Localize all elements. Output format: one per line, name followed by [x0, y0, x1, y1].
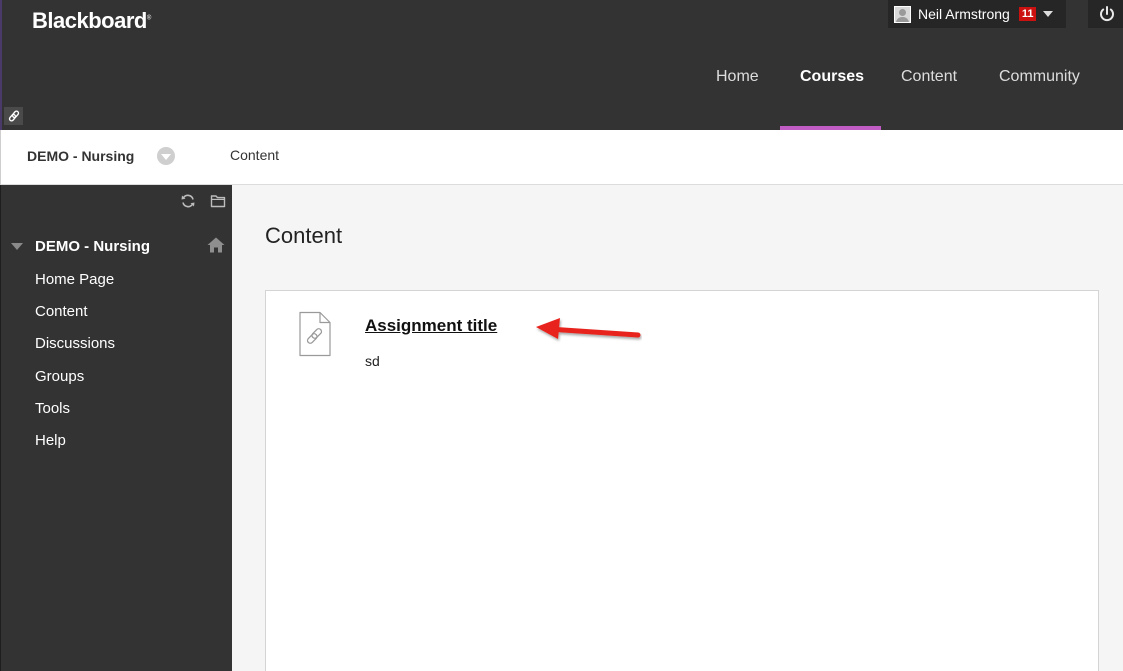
sidebar-item-content[interactable]: Content — [35, 302, 115, 334]
sidebar-item-groups[interactable]: Groups — [35, 367, 115, 399]
assignment-title-link[interactable]: Assignment title — [365, 316, 497, 336]
folder-icon[interactable] — [210, 193, 226, 209]
breadcrumb: DEMO - Nursing Content — [0, 130, 1123, 185]
course-menu-list: Home Page Content Discussions Groups Too… — [35, 270, 115, 463]
sidebar-item-home-page[interactable]: Home Page — [35, 270, 115, 302]
annotation-arrow — [536, 318, 641, 339]
course-menu-dropdown-button[interactable] — [157, 147, 175, 165]
linked-file-icon — [299, 311, 331, 357]
sidebar-item-help[interactable]: Help — [35, 431, 115, 463]
tab-content[interactable]: Content — [901, 68, 957, 86]
page-title: Content — [265, 223, 343, 248]
main-nav: Home Courses Content Community — [2, 0, 1123, 130]
sidebar-item-tools[interactable]: Tools — [35, 399, 115, 431]
assignment-description: sd — [365, 353, 380, 369]
main-content: Content Assignment title sd — [232, 185, 1123, 671]
collapse-triangle-icon[interactable] — [11, 243, 23, 250]
breadcrumb-current-page: Content — [230, 147, 280, 163]
sidebar-toolbar — [180, 193, 226, 209]
tab-courses[interactable]: Courses — [800, 68, 864, 86]
course-menu-header[interactable]: DEMO - Nursing — [11, 238, 150, 255]
link-icon — [8, 110, 19, 122]
top-header: Blackboard® Neil Armstrong 11 Home Cours… — [0, 0, 1123, 130]
tab-community[interactable]: Community — [999, 68, 1080, 86]
breadcrumb-course[interactable]: DEMO - Nursing — [27, 148, 134, 164]
content-item-list: Assignment title sd — [265, 290, 1099, 671]
quick-link-button[interactable] — [4, 107, 23, 125]
course-menu-sidebar: DEMO - Nursing Home Page Content Discuss… — [0, 185, 232, 671]
refresh-icon[interactable] — [180, 193, 196, 209]
course-menu-title[interactable]: DEMO - Nursing — [35, 238, 150, 255]
tab-home[interactable]: Home — [716, 68, 759, 86]
chevron-down-icon — [161, 154, 171, 160]
sidebar-item-discussions[interactable]: Discussions — [35, 334, 115, 366]
home-icon[interactable] — [207, 237, 225, 253]
